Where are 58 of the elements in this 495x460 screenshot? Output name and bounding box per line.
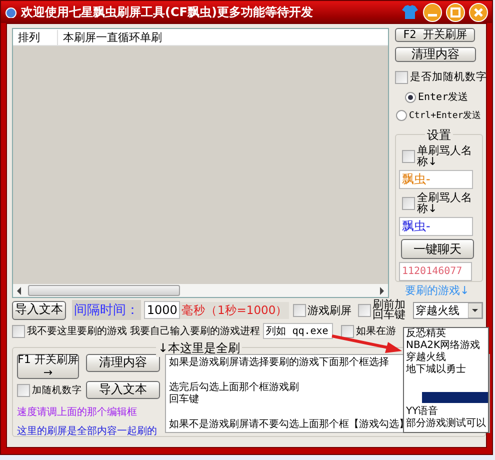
radio-label: Ctrl+Enter发送	[409, 110, 482, 122]
radio-button[interactable]	[405, 92, 416, 103]
minimize-button[interactable]	[423, 2, 442, 22]
import-button[interactable]: 导入文本	[86, 381, 160, 399]
column-header[interactable]: 本刷屏一直循环单刷	[58, 30, 167, 44]
note-text: 速度请调上面的那个编辑框	[17, 406, 138, 419]
list-view[interactable]: 排列 本刷屏一直循环单刷	[12, 28, 389, 298]
radio-label: Enter发送	[418, 91, 468, 104]
section-label: 要刷的游戏↓	[405, 283, 470, 298]
column-header[interactable]: 排列	[13, 30, 58, 44]
list-item[interactable]: NBA2K网络游戏	[406, 340, 488, 352]
app-icon	[5, 6, 17, 18]
game-select[interactable]: 穿越火线	[412, 302, 483, 318]
window-title: 欢迎使用七星飘虫刷屏工具(CF飘虫)更多功能等待开发	[21, 4, 314, 20]
checkbox-label: 是否加随机数字	[410, 70, 487, 84]
clear-button[interactable]: 清理内容	[395, 47, 476, 62]
interval-label: 间隔时间：	[72, 300, 141, 320]
toggle-button[interactable]: F2 开关刷屏	[395, 28, 475, 42]
scroll-left-icon[interactable]	[16, 286, 22, 294]
unit-label: 毫秒（1秒=1000）	[180, 302, 289, 318]
list-item[interactable]: 反恐精英	[406, 328, 488, 340]
name-field[interactable]: 飘虫-	[399, 217, 473, 236]
checkbox-label: 游戏刷屏	[308, 302, 352, 318]
text-line: 如果是游戏刷屏请选择要刷的游戏下面那个框选择	[169, 357, 389, 369]
checkbox[interactable]	[292, 304, 306, 316]
toggle-button[interactable]: F1 开关刷屏 →	[17, 354, 79, 379]
clear-button[interactable]: 清理内容	[86, 354, 160, 372]
selection-bar	[422, 392, 488, 403]
list-item[interactable]: 地下城以勇士	[406, 364, 488, 376]
checkbox-label: 全刷骂人名称↓	[417, 192, 473, 214]
scrollbar[interactable]	[13, 284, 388, 297]
interval-field[interactable]: 1000	[144, 301, 180, 319]
scroll-right-icon[interactable]	[379, 286, 385, 294]
import-button[interactable]: 导入文本	[12, 300, 66, 320]
close-button[interactable]	[469, 2, 488, 22]
checkbox[interactable]	[341, 324, 354, 338]
process-field[interactable]: 列如 qq.exe	[263, 323, 334, 339]
note-text: 这里的刷屏是全部内容一起刷的	[17, 424, 158, 438]
checkbox-label: 加随机数字	[32, 384, 82, 396]
checkbox-label: 单刷骂人名称↓	[417, 145, 473, 168]
checkbox-label: 如果在游	[356, 325, 396, 338]
radio-button[interactable]	[396, 110, 407, 122]
text-line: 回车键	[169, 394, 199, 406]
checkbox[interactable]	[402, 197, 415, 210]
checkbox[interactable]	[395, 70, 408, 84]
checkbox-label: 我不要这里要刷的游戏 我要自己输入要刷的游戏进程	[27, 324, 260, 338]
text-line: 选完后勾选上面那个框游戏刷	[169, 382, 299, 394]
chat-button[interactable]: 一键聊天	[401, 239, 474, 260]
list-item[interactable]: 穿越火线	[406, 352, 488, 364]
arrow	[332, 334, 402, 353]
list-item[interactable]: YY语音	[406, 406, 488, 418]
checkbox[interactable]	[17, 384, 30, 396]
dropdown-arrow-icon[interactable]	[468, 302, 482, 318]
checkbox-label: 刷前加回车键	[372, 300, 407, 320]
checkbox[interactable]	[402, 150, 415, 164]
checkbox[interactable]	[358, 304, 371, 316]
maximize-button[interactable]	[446, 2, 465, 22]
checkbox[interactable]	[12, 324, 25, 338]
